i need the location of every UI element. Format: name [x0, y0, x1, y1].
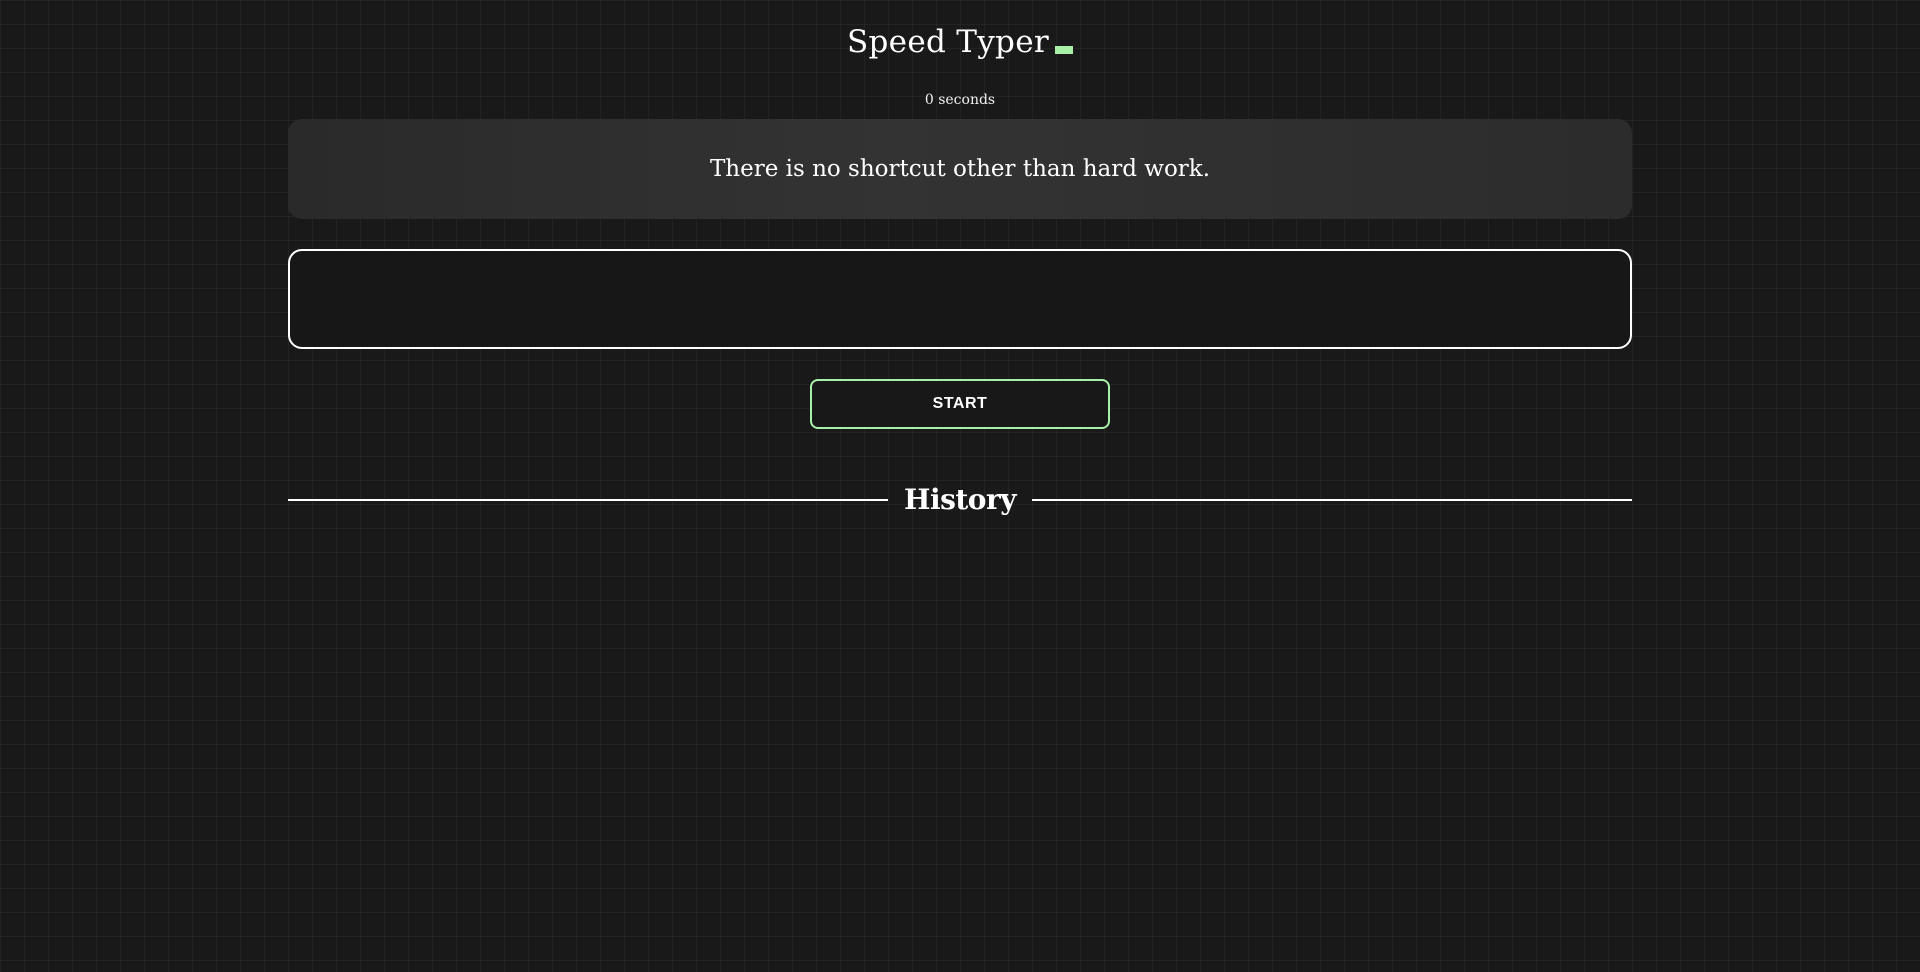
blinking-cursor-icon [1054, 46, 1073, 54]
app-title: Speed Typer [288, 20, 1632, 64]
app-title-text: Speed Typer [847, 24, 1049, 60]
quote-display: There is no shortcut other than hard wor… [288, 119, 1632, 219]
history-divider-left [288, 499, 888, 501]
quote-text: There is no shortcut other than hard wor… [709, 156, 1211, 182]
history-section-header: History [288, 478, 1632, 522]
elapsed-time: 0 seconds [924, 92, 996, 108]
speed-typer-app: Speed Typer 0 seconds There is no shortc… [288, 0, 1632, 972]
history-heading: History [904, 483, 1017, 516]
start-button[interactable]: START [810, 379, 1110, 429]
history-divider-right [1032, 499, 1632, 501]
typing-input[interactable] [288, 249, 1632, 349]
